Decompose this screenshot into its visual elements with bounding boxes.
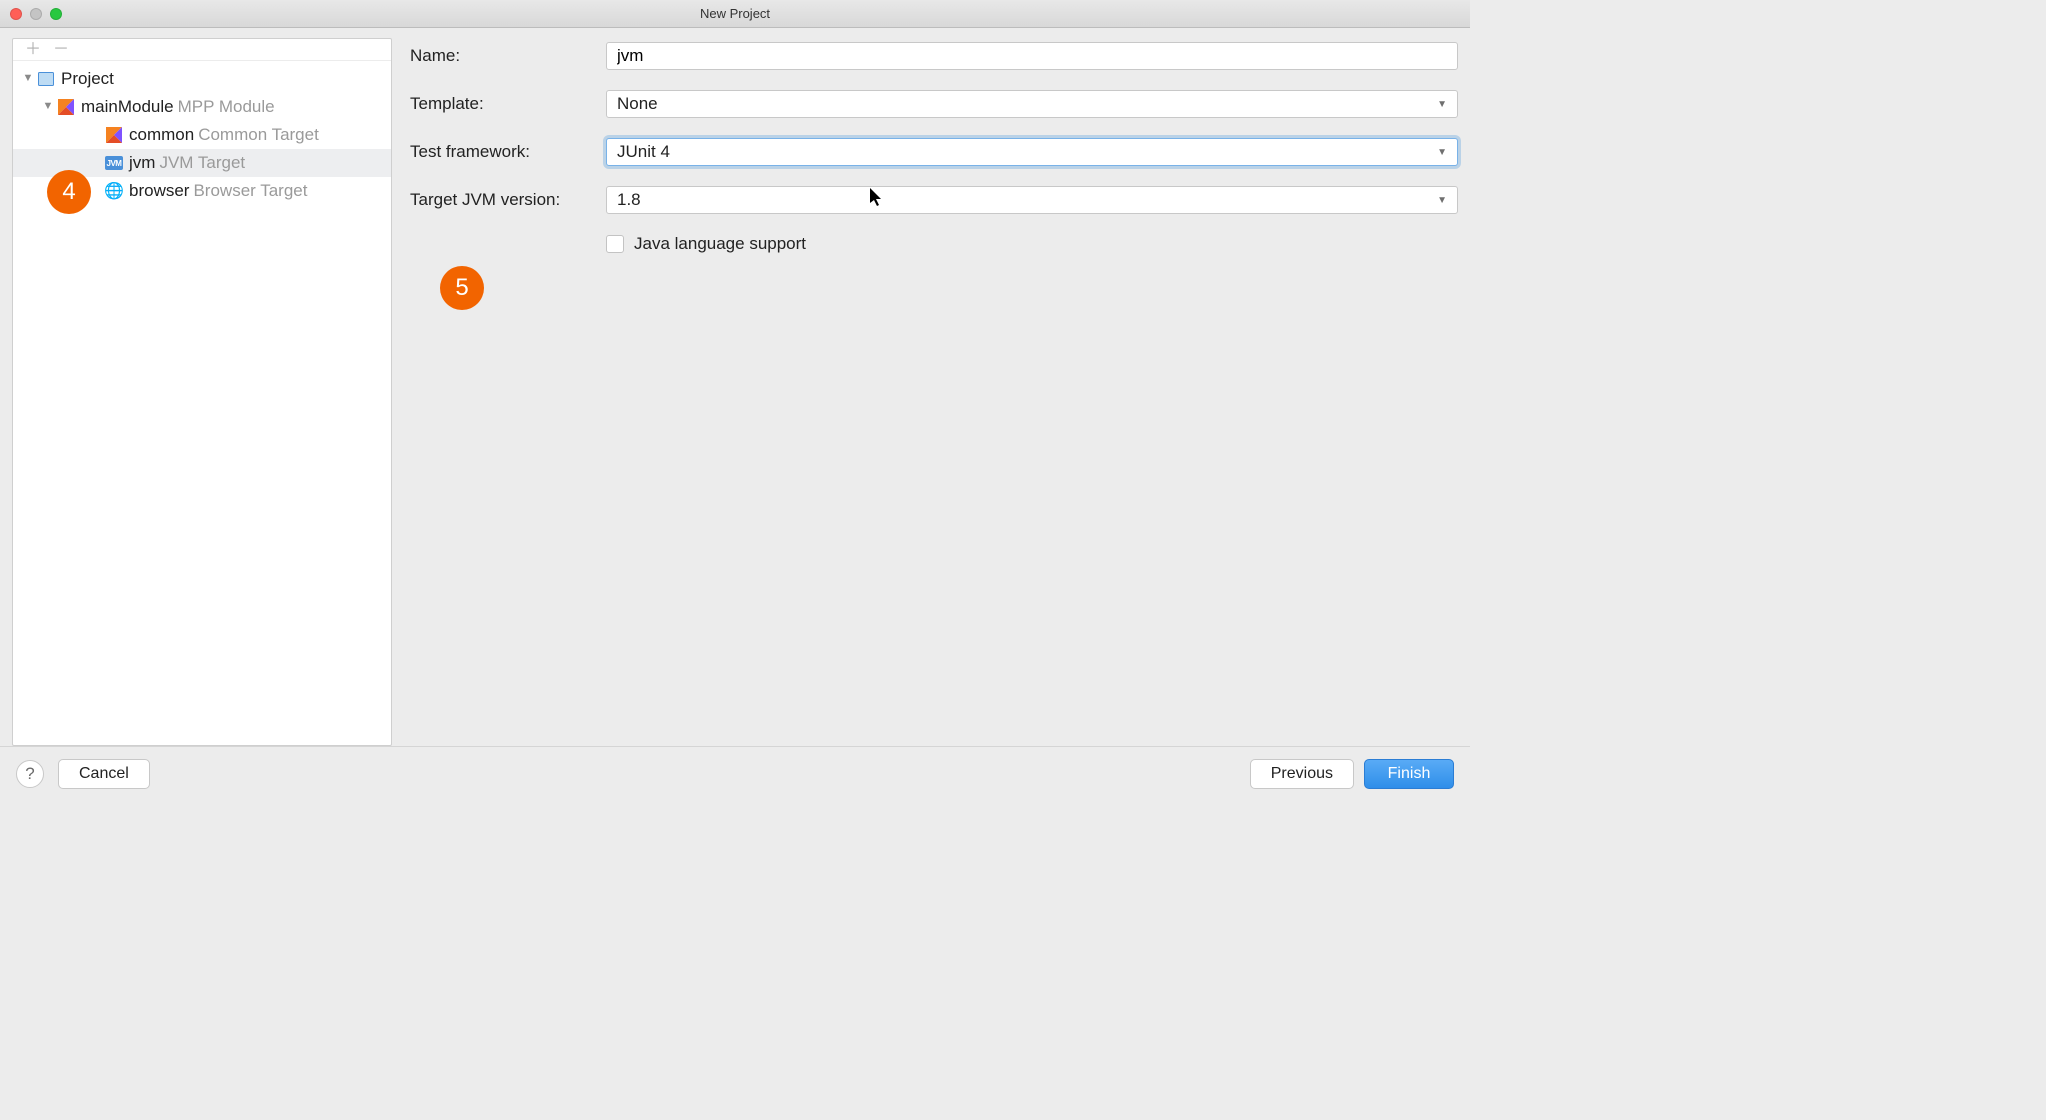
test-framework-row: Test framework: JUnit 4 ▼ — [410, 138, 1458, 166]
callout-4: 4 — [47, 170, 91, 214]
tree-sublabel: Browser Target — [193, 181, 307, 201]
name-row: Name: — [410, 42, 1458, 70]
expand-arrow-icon[interactable] — [19, 72, 37, 84]
remove-button[interactable]: － — [53, 42, 69, 58]
java-support-checkbox-wrapper[interactable]: Java language support — [606, 234, 806, 254]
project-tree[interactable]: Project mainModule MPP Module common Com… — [13, 61, 391, 745]
tree-sublabel: Common Target — [198, 125, 319, 145]
window-title: New Project — [0, 6, 1470, 21]
chevron-down-icon: ▼ — [1437, 99, 1447, 110]
tree-label: browser — [129, 181, 189, 201]
callout-5: 5 — [440, 266, 484, 310]
java-support-checkbox[interactable] — [606, 235, 624, 253]
test-framework-label: Test framework: — [410, 142, 606, 162]
target-jvm-value: 1.8 — [617, 190, 641, 210]
target-settings-panel: Name: Template: None ▼ Test framework: J… — [410, 38, 1458, 746]
tree-label: Project — [61, 69, 114, 89]
kotlin-module-icon — [57, 98, 75, 116]
tree-item-mainmodule[interactable]: mainModule MPP Module — [13, 93, 391, 121]
template-label: Template: — [410, 94, 606, 114]
target-jvm-label: Target JVM version: — [410, 190, 606, 210]
expand-arrow-icon[interactable] — [39, 100, 57, 112]
template-value: None — [617, 94, 658, 114]
kotlin-icon — [105, 126, 123, 144]
template-select[interactable]: None ▼ — [606, 90, 1458, 118]
tree-sublabel: JVM Target — [159, 153, 245, 173]
tree-item-common[interactable]: common Common Target — [13, 121, 391, 149]
previous-button[interactable]: Previous — [1250, 759, 1354, 789]
tree-label: mainModule — [81, 97, 174, 117]
project-structure-panel: ＋ － Project mainModule MPP Module — [12, 38, 392, 746]
tree-toolbar: ＋ － — [13, 39, 391, 61]
name-label: Name: — [410, 46, 606, 66]
dialog-content: ＋ － Project mainModule MPP Module — [0, 28, 1470, 746]
jvm-icon: JVM — [105, 154, 123, 172]
java-support-row: Java language support — [410, 234, 1458, 254]
titlebar: New Project — [0, 0, 1470, 28]
tree-item-project[interactable]: Project — [13, 65, 391, 93]
add-button[interactable]: ＋ — [25, 42, 41, 58]
test-framework-value: JUnit 4 — [617, 142, 670, 162]
globe-icon: 🌐 — [105, 182, 123, 200]
tree-label: jvm — [129, 153, 155, 173]
test-framework-select[interactable]: JUnit 4 ▼ — [606, 138, 1458, 166]
finish-button[interactable]: Finish — [1364, 759, 1454, 789]
chevron-down-icon: ▼ — [1437, 147, 1447, 158]
target-jvm-row: Target JVM version: 1.8 ▼ — [410, 186, 1458, 214]
template-row: Template: None ▼ — [410, 90, 1458, 118]
project-icon — [37, 70, 55, 88]
target-jvm-select[interactable]: 1.8 ▼ — [606, 186, 1458, 214]
tree-sublabel: MPP Module — [178, 97, 275, 117]
chevron-down-icon: ▼ — [1437, 195, 1447, 206]
cancel-button[interactable]: Cancel — [58, 759, 150, 789]
tree-label: common — [129, 125, 194, 145]
dialog-footer: ? Cancel Previous Finish — [0, 746, 1470, 800]
help-button[interactable]: ? — [16, 760, 44, 788]
name-input[interactable] — [606, 42, 1458, 70]
java-support-label: Java language support — [634, 234, 806, 254]
